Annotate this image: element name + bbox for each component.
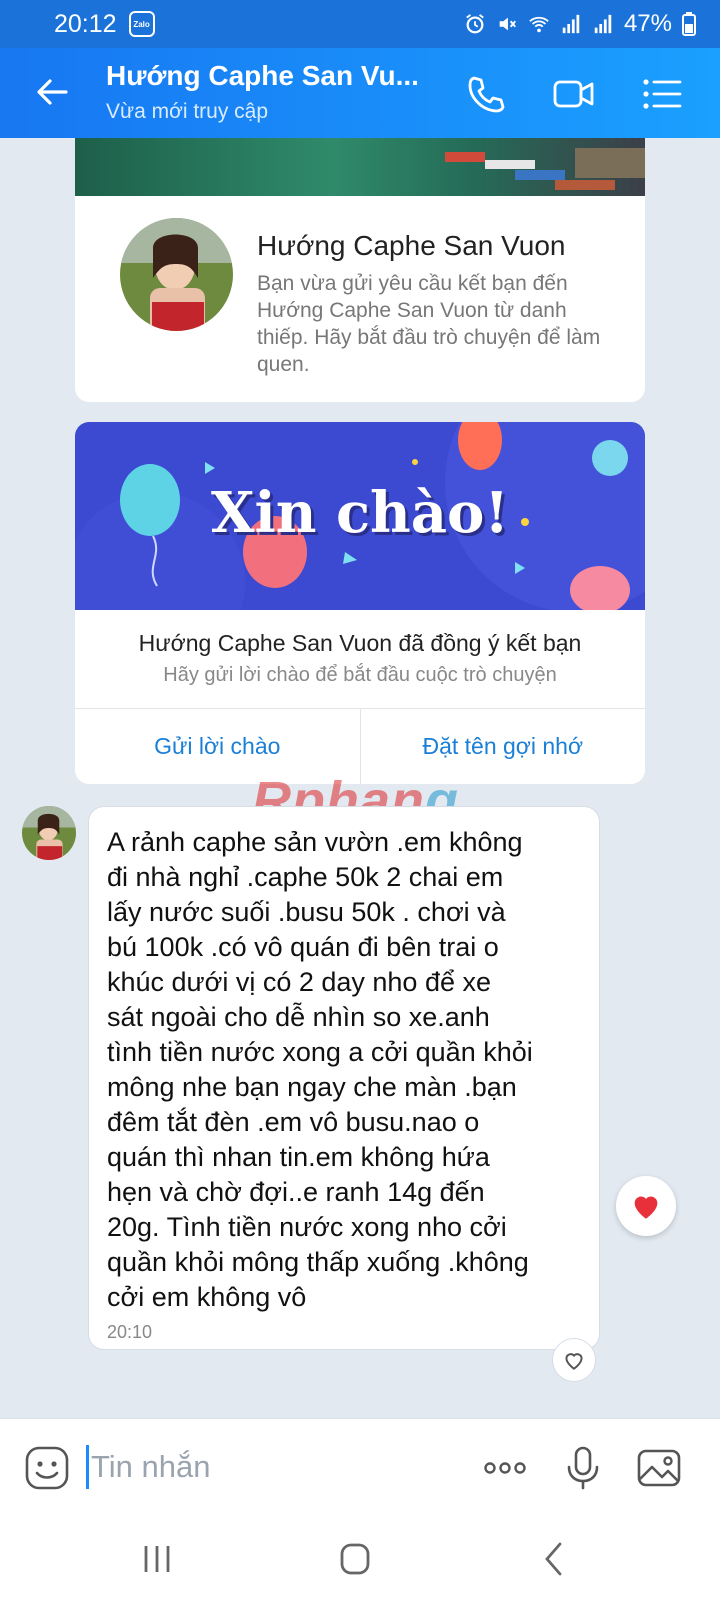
- profile-card: Hướng Caphe San Vuon Bạn vừa gửi yêu cầu…: [75, 138, 645, 402]
- recent-apps-icon[interactable]: [132, 1534, 182, 1584]
- back-arrow-icon[interactable]: [32, 72, 72, 112]
- greeting-banner: Xin chào!: [75, 422, 645, 610]
- sticker-emoji-icon[interactable]: [22, 1443, 72, 1493]
- contact-name: Hướng Caphe San Vuon: [257, 230, 566, 261]
- message-input[interactable]: Tin nhắn: [86, 1445, 466, 1489]
- greeting-hero-text: Xin chào!: [211, 480, 509, 546]
- cover-photo: [75, 138, 645, 196]
- image-gallery-icon[interactable]: [634, 1443, 684, 1493]
- status-bar: 20:12 Zalo 47%: [0, 0, 720, 48]
- cover-scenery: [445, 148, 645, 190]
- menu-list-icon[interactable]: [640, 72, 684, 116]
- battery-percent: 47%: [623, 10, 672, 37]
- video-call-icon[interactable]: [552, 72, 596, 116]
- battery-icon: [682, 12, 696, 36]
- friend-accepted-subtitle: Hãy gửi lời chào để bắt đầu cuộc trò chu…: [163, 664, 557, 686]
- contact-avatar[interactable]: [120, 218, 233, 331]
- message-bubble[interactable]: A rảnh caphe sản vườn .em không đi nhà n…: [88, 806, 600, 1350]
- reaction-heart[interactable]: [616, 1176, 676, 1236]
- message-input-bar: Tin nhắn: [0, 1418, 720, 1516]
- friend-accepted-title: Hướng Caphe San Vuon đã đồng ý kết bạn: [138, 630, 582, 656]
- wifi-icon: [529, 16, 549, 33]
- heart-outline-icon: [565, 1353, 583, 1370]
- more-options-icon[interactable]: [480, 1443, 530, 1493]
- alarm-icon: [466, 14, 484, 34]
- chat-header: Hướng Caphe San Vu... Vừa mới truy cập: [0, 48, 720, 138]
- zalo-notification-icon: Zalo: [128, 11, 155, 37]
- mute-icon: [499, 17, 516, 31]
- like-reaction-button[interactable]: [552, 1338, 596, 1382]
- message-text: A rảnh caphe sản vườn .em không đi nhà n…: [107, 827, 533, 1312]
- signal-icon-2: [594, 14, 612, 34]
- system-navigation-bar: [0, 1516, 720, 1600]
- microphone-icon[interactable]: [558, 1443, 608, 1493]
- phone-call-icon[interactable]: [464, 72, 508, 116]
- home-icon[interactable]: [330, 1534, 380, 1584]
- chat-subtitle: Vừa mới truy cập: [106, 100, 269, 123]
- back-nav-icon[interactable]: [530, 1534, 580, 1584]
- friend-accepted-card: Xin chào! Hướng Caphe San Vuon đã đồng ý…: [75, 422, 645, 784]
- red-heart-icon: [634, 1196, 658, 1219]
- friend-request-description: Bạn vừa gửi yêu cầu kết bạn đến Hướng Ca…: [257, 272, 601, 376]
- signal-icon: [562, 14, 580, 34]
- sender-avatar[interactable]: [22, 806, 76, 860]
- status-time: 20:12: [54, 9, 117, 38]
- chat-title[interactable]: Hướng Caphe San Vu...: [106, 60, 419, 92]
- message-time: 20:10: [107, 1322, 153, 1342]
